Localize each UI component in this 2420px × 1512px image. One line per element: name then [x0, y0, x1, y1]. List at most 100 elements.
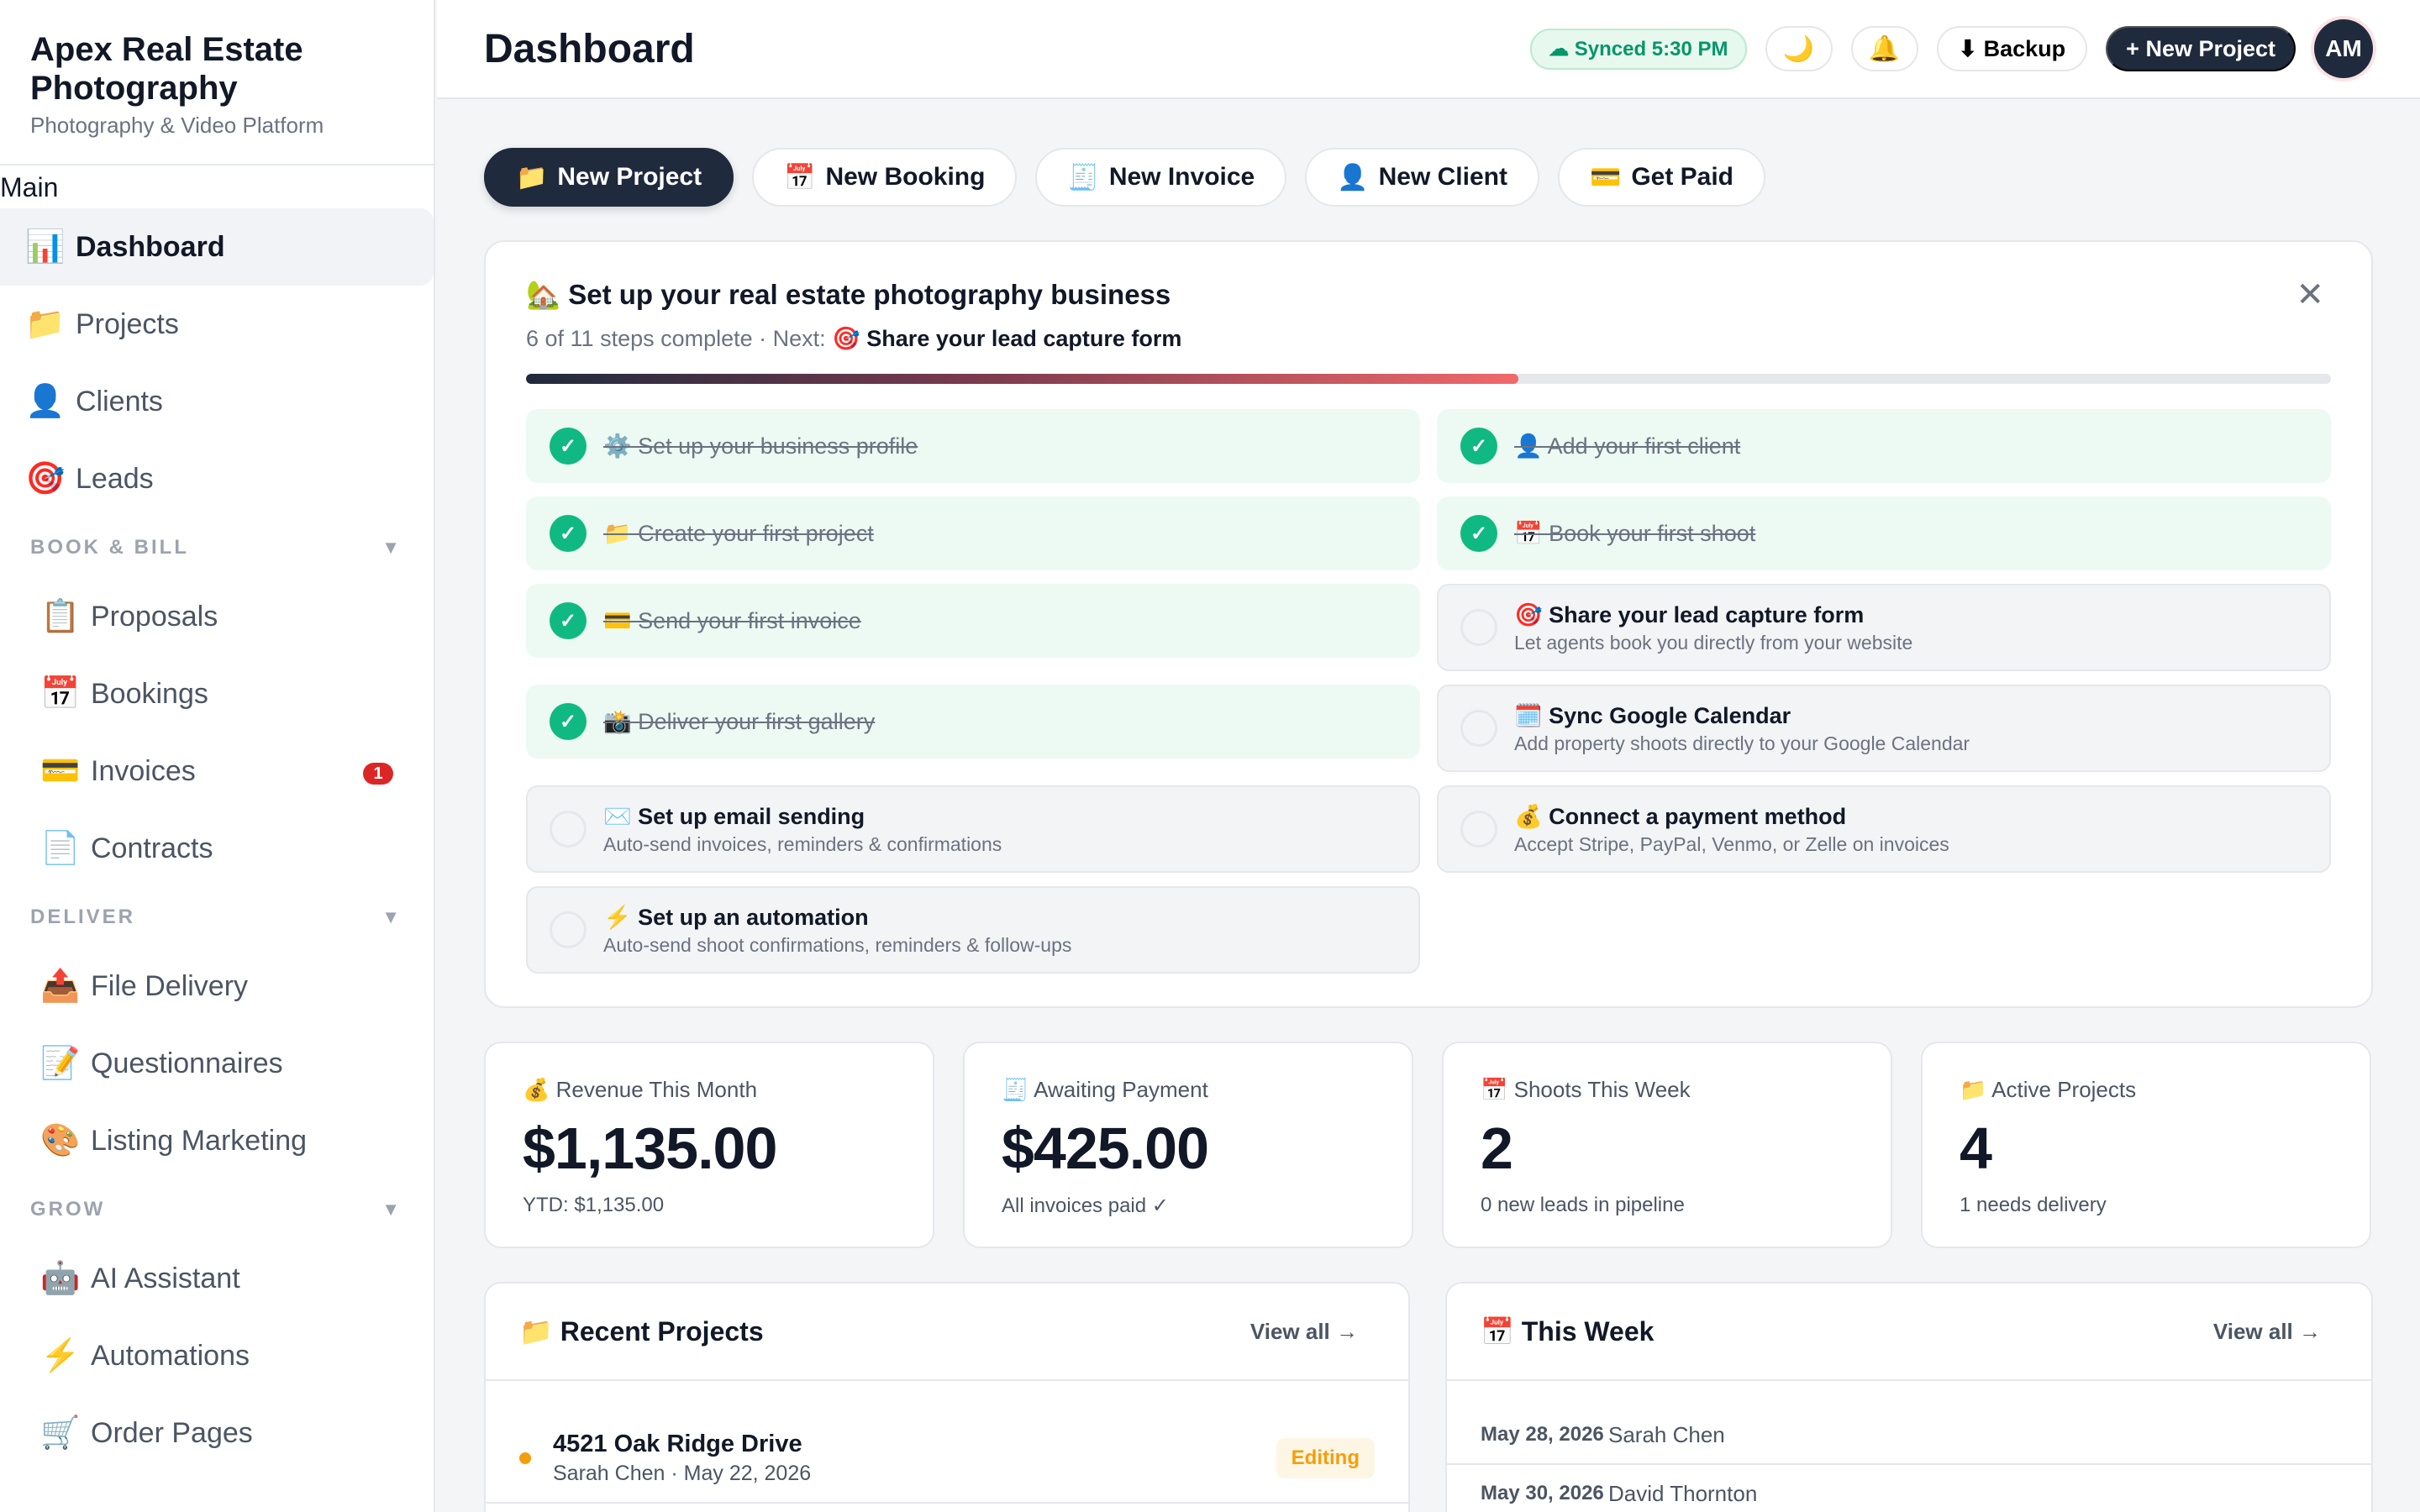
- sidebar-item-invoices[interactable]: 💳 Invoices 1: [0, 732, 434, 810]
- sidebar-item-label: Clients: [76, 385, 163, 417]
- setup-step[interactable]: ⚡ Set up an automation Auto-send shoot co…: [526, 886, 1420, 974]
- setup-step-label: ⚡ Set up an automation: [603, 904, 869, 930]
- setup-step-label: ✉️ Set up email sending: [603, 803, 865, 829]
- setup-step-text: 💰 Connect a payment method Accept Stripe,…: [1514, 803, 1949, 856]
- sidebar-item-ai-assistant[interactable]: 🤖 AI Assistant: [0, 1240, 434, 1317]
- stat-subtext: YTD: $1,135.00: [523, 1194, 665, 1216]
- week-row[interactable]: May 30, 2026 David Thornton: [1447, 1465, 2371, 1512]
- sidebar-item-contracts[interactable]: 📄 Contracts: [0, 810, 434, 887]
- setup-progress-text: 6 of 11 steps complete · Next: 🎯 Share y…: [526, 325, 2331, 352]
- sidebar-item-clients[interactable]: 👤 Clients: [0, 363, 434, 440]
- setup-step-label: 📁 Create your first project: [603, 521, 874, 546]
- sidebar-item-dashboard[interactable]: 📊 Dashboard: [0, 208, 434, 286]
- quick-action-label: Get Paid: [1631, 163, 1734, 191]
- quick-action-label: New Client: [1378, 163, 1507, 191]
- setup-step[interactable]: ✓ ⚙️ Set up your business profile: [526, 409, 1420, 483]
- sidebar-item-bookings[interactable]: 📅 Bookings: [0, 655, 434, 732]
- setup-step[interactable]: 🎯 Share your lead capture form Let agents…: [1437, 584, 2331, 671]
- sidebar-item-listing-marketing[interactable]: 🎨 Listing Marketing: [0, 1102, 434, 1179]
- project-row[interactable]: 4521 Oak Ridge Drive Sarah Chen · May 22,…: [486, 1415, 1408, 1504]
- nav-group-deliver[interactable]: DELIVER ▼: [0, 887, 434, 948]
- automations-icon: ⚡: [40, 1338, 81, 1373]
- setup-step-label: ⚙️ Set up your business profile: [603, 433, 918, 459]
- recent-projects-view-all-link[interactable]: View all →: [1250, 1319, 1358, 1345]
- avatar[interactable]: AM: [2314, 19, 2373, 78]
- setup-step-text: 💳 Send your first invoice: [603, 607, 861, 634]
- project-title: 4521 Oak Ridge Drive: [553, 1431, 802, 1457]
- setup-step[interactable]: ✓ 📁 Create your first project: [526, 496, 1420, 570]
- notifications-bell-icon[interactable]: 🔔: [1850, 26, 1918, 71]
- setup-steps: ✓ ⚙️ Set up your business profile ✓ 👤 Add y…: [526, 409, 2331, 987]
- setup-step-label: 🎯 Share your lead capture form: [1514, 601, 1865, 627]
- setup-step[interactable]: ✓ 💳 Send your first invoice: [526, 584, 1420, 658]
- setup-step-text: ✉️ Set up email sending Auto-send invoice…: [603, 803, 1002, 856]
- stat-card[interactable]: 🧾 Awaiting Payment $425.00 All invoices pa…: [963, 1042, 1413, 1248]
- sidebar-item-automations[interactable]: ⚡ Automations: [0, 1317, 434, 1394]
- empty-circle-icon: [550, 811, 587, 848]
- sidebar-item-order-pages[interactable]: 🛒 Order Pages: [0, 1394, 434, 1472]
- header-new-project-button[interactable]: + New Project: [2106, 26, 2296, 71]
- this-week-view-all-link[interactable]: View all →: [2213, 1319, 2321, 1345]
- quick-new-booking-button[interactable]: 📅 New Booking: [752, 148, 1018, 207]
- sidebar-item-label: Listing Marketing: [91, 1124, 308, 1157]
- quick-new-project-button[interactable]: 📁 New Project: [484, 148, 734, 207]
- stat-label: 📁 Active Projects: [1960, 1077, 2137, 1102]
- projects-icon: 📁: [25, 307, 66, 342]
- sidebar-item-projects[interactable]: 📁 Projects: [0, 286, 434, 363]
- nav-group-title: DELIVER: [30, 906, 136, 928]
- week-row[interactable]: May 28, 2026 Sarah Chen: [1447, 1406, 2371, 1465]
- stat-value: $1,135.00: [523, 1116, 777, 1181]
- recent-projects-title: 📁 Recent Projects: [519, 1316, 764, 1347]
- brand: Apex Real Estate Photography Photography…: [0, 0, 434, 165]
- theme-toggle-icon[interactable]: 🌙: [1765, 26, 1833, 71]
- setup-step[interactable]: 🗓️ Sync Google Calendar Add property shoo…: [1437, 685, 2331, 772]
- backup-button[interactable]: ⬇ Backup: [1936, 26, 2088, 71]
- setup-step[interactable]: ✓ 📸 Deliver your first gallery: [526, 685, 1420, 759]
- setup-step[interactable]: ✓ 👤 Add your first client: [1437, 409, 2331, 483]
- quick-get-paid-button[interactable]: 💳 Get Paid: [1557, 148, 1766, 207]
- setup-step-description: Let agents book you directly from your w…: [1514, 631, 1913, 654]
- contracts-icon: 📄: [40, 831, 81, 866]
- quick-new-client-button[interactable]: 👤 New Client: [1305, 148, 1539, 207]
- close-icon[interactable]: ✕: [2296, 276, 2324, 314]
- check-icon: ✓: [1460, 515, 1497, 552]
- this-week-title: 📅 This Week: [1481, 1316, 1655, 1347]
- proposals-icon: 📋: [40, 599, 81, 634]
- sidebar-item-questionnaires[interactable]: 📝 Questionnaires: [0, 1025, 434, 1102]
- setup-step-label: 👤 Add your first client: [1514, 433, 1741, 459]
- leads-icon: 🎯: [25, 461, 66, 496]
- setup-step-description: Accept Stripe, PayPal, Venmo, or Zelle o…: [1514, 832, 1949, 855]
- top-header: Dashboard ☁ Synced 5:30 PM 🌙 🔔 ⬇ Backup …: [437, 0, 2420, 99]
- count-badge: 1: [363, 763, 393, 785]
- empty-circle-icon: [1460, 609, 1497, 646]
- setup-step[interactable]: 💰 Connect a payment method Accept Stripe,…: [1437, 785, 2331, 873]
- setup-step[interactable]: ✉️ Set up email sending Auto-send invoice…: [526, 785, 1420, 873]
- new-client-icon: 👤: [1337, 163, 1369, 192]
- check-icon: ✓: [550, 602, 587, 639]
- sidebar-item-proposals[interactable]: 📋 Proposals: [0, 578, 434, 655]
- questionnaires-icon: 📝: [40, 1046, 81, 1081]
- sidebar: Apex Real Estate Photography Photography…: [0, 0, 435, 1512]
- sidebar-item-label: Bookings: [91, 677, 208, 710]
- week-client: David Thornton: [1608, 1480, 1758, 1506]
- setup-next-step[interactable]: 🎯 Share your lead capture form: [832, 326, 1181, 351]
- quick-action-label: New Invoice: [1108, 163, 1255, 191]
- quick-new-invoice-button[interactable]: 🧾 New Invoice: [1035, 148, 1287, 207]
- status-badge: Editing: [1276, 1438, 1375, 1478]
- nav-group-grow[interactable]: GROW ▼: [0, 1179, 434, 1240]
- stat-label: 📅 Shoots This Week: [1481, 1077, 1691, 1102]
- stat-subtext: 0 new leads in pipeline: [1481, 1194, 1685, 1216]
- new-invoice-icon: 🧾: [1067, 163, 1099, 192]
- recent-projects-list: 4521 Oak Ridge Drive Sarah Chen · May 22,…: [486, 1381, 1408, 1504]
- nav-group-book-bill[interactable]: BOOK & BILL ▼: [0, 517, 434, 578]
- stat-card[interactable]: 📁 Active Projects 4 1 needs delivery: [1921, 1042, 2371, 1248]
- stat-card[interactable]: 💰 Revenue This Month $1,135.00 YTD: $1,135…: [484, 1042, 934, 1248]
- brand-subtitle: Photography & Video Platform: [30, 113, 324, 138]
- sidebar-item-leads[interactable]: 🎯 Leads: [0, 440, 434, 517]
- sidebar-item-file-delivery[interactable]: 📤 File Delivery: [0, 948, 434, 1025]
- check-icon: ✓: [550, 428, 587, 465]
- sidebar-item-label: Order Pages: [91, 1416, 253, 1449]
- setup-step-label: 📅 Book your first shoot: [1514, 521, 1756, 546]
- setup-step[interactable]: ✓ 📅 Book your first shoot: [1437, 496, 2331, 570]
- stat-card[interactable]: 📅 Shoots This Week 2 0 new leads in pipeli…: [1442, 1042, 1892, 1248]
